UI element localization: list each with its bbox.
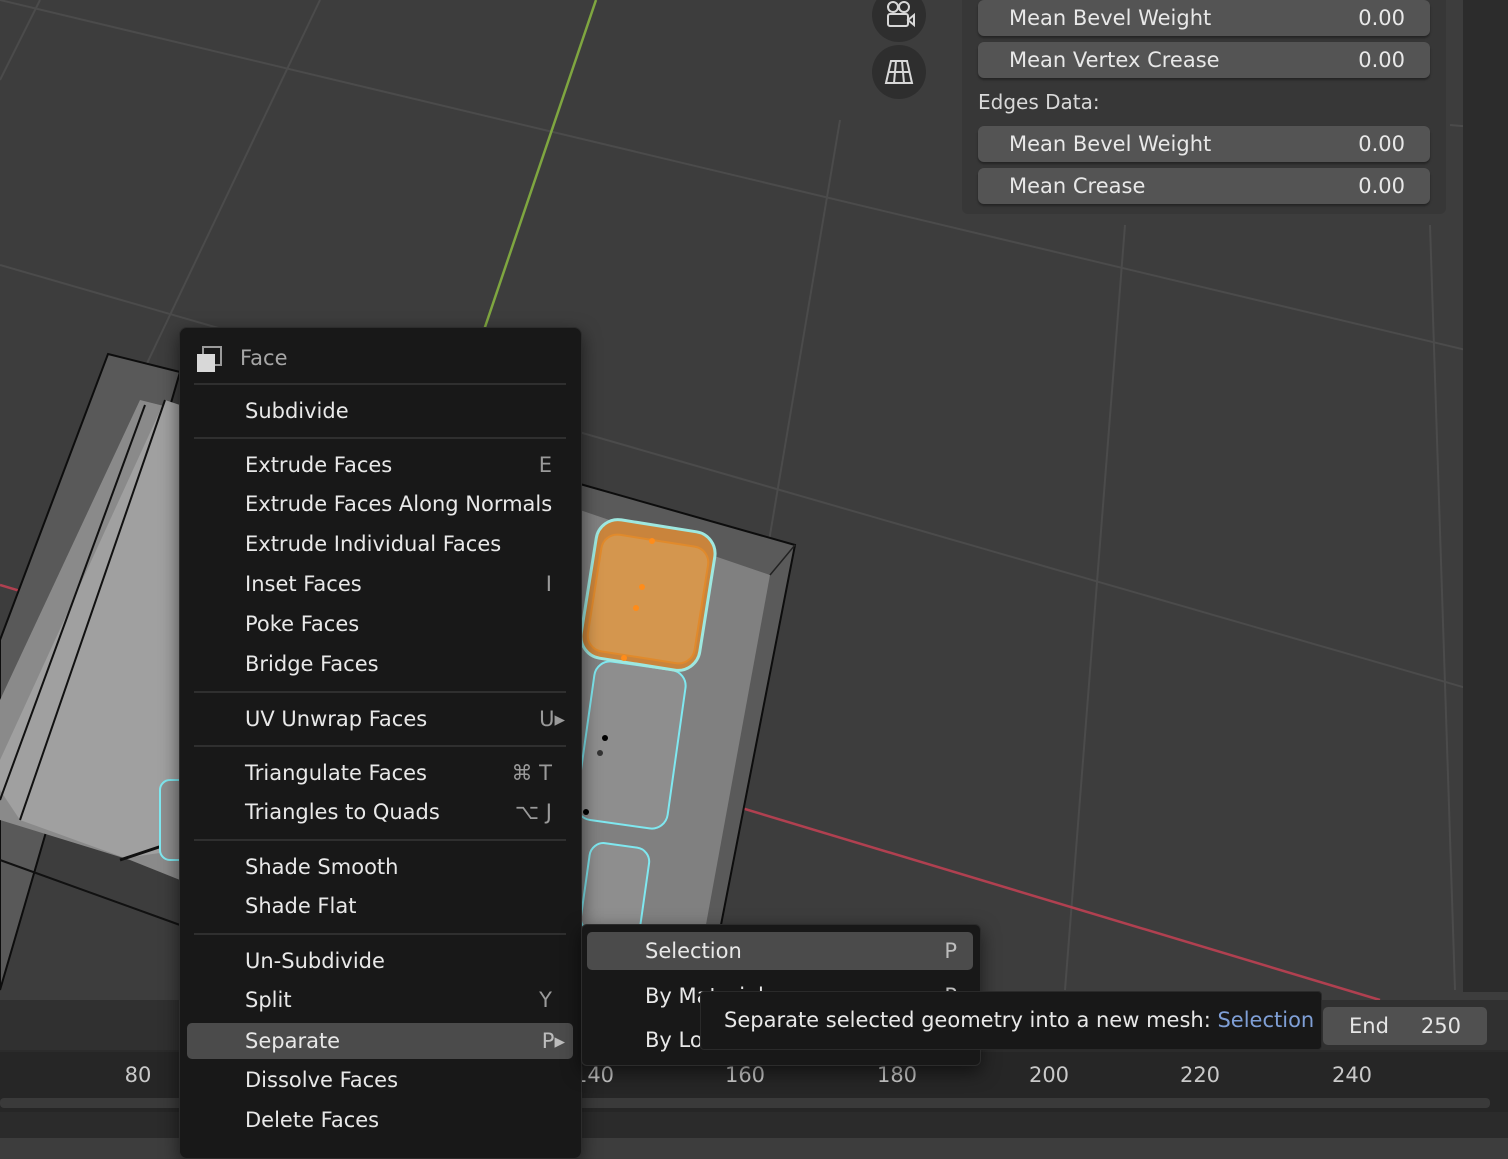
menu-item-label: Dissolve Faces xyxy=(245,1068,399,1092)
end-frame-value: 250 xyxy=(1420,1014,1461,1038)
menu-item-delete-faces[interactable]: Delete Faces xyxy=(187,1102,573,1138)
field-value: 0.00 xyxy=(1358,174,1405,198)
field-value: 0.00 xyxy=(1358,48,1405,72)
menu-item-label: Extrude Faces Along Normals xyxy=(245,492,553,516)
tooltip-description: Separate selected geometry into a new me… xyxy=(724,1008,1211,1032)
face-mode-icon xyxy=(197,346,222,372)
face-context-menu: Face Subdivide Extrude Faces E Extrude F… xyxy=(179,327,582,1159)
menu-separator xyxy=(194,437,566,439)
edge-mean-bevel-weight-field[interactable]: Mean Bevel Weight 0.00 xyxy=(978,126,1430,162)
menu-item-label: Triangulate Faces xyxy=(245,761,427,785)
menu-item-uv-unwrap-faces[interactable]: UV Unwrap Faces U▸ xyxy=(187,701,573,737)
menu-item-shortcut: I xyxy=(545,572,552,596)
menu-item-label: Inset Faces xyxy=(245,572,362,596)
menu-separator xyxy=(194,383,566,385)
field-label: Mean Vertex Crease xyxy=(1009,48,1220,72)
item-properties-panel: Mean Bevel Weight 0.00 Mean Vertex Creas… xyxy=(962,0,1446,214)
menu-item-split[interactable]: Split Y xyxy=(187,982,573,1018)
end-frame-label: End xyxy=(1349,1014,1389,1038)
frame-tick-label: 200 xyxy=(1028,1063,1070,1087)
submenu-item-selection[interactable]: Selection P xyxy=(587,932,973,970)
menu-item-shortcut: ⌘ T xyxy=(511,761,552,785)
menu-item-label: Poke Faces xyxy=(245,612,360,636)
menu-item-extrude-faces[interactable]: Extrude Faces E xyxy=(187,447,573,483)
menu-item-shade-smooth[interactable]: Shade Smooth xyxy=(187,849,573,885)
menu-separator xyxy=(194,691,566,693)
menu-item-label: Bridge Faces xyxy=(245,652,379,676)
submenu-item-label: Selection xyxy=(645,939,742,963)
frame-tick-label: 180 xyxy=(876,1063,918,1087)
menu-item-extrude-faces-along-normals[interactable]: Extrude Faces Along Normals xyxy=(187,486,573,522)
edges-data-label: Edges Data: xyxy=(978,90,1100,114)
frame-tick-label: 220 xyxy=(1179,1063,1221,1087)
camera-icon xyxy=(887,1,915,28)
menu-item-triangles-to-quads[interactable]: Triangles to Quads ⌥ J xyxy=(187,794,573,830)
menu-item-label: Subdivide xyxy=(245,399,349,423)
mean-crease-field[interactable]: Mean Crease 0.00 xyxy=(978,168,1430,204)
menu-item-label: Extrude Individual Faces xyxy=(245,532,502,556)
menu-item-poke-faces[interactable]: Poke Faces xyxy=(187,606,573,642)
menu-item-label: Separate xyxy=(245,1029,341,1053)
menu-item-shortcut: Y xyxy=(539,988,552,1012)
menu-item-separate[interactable]: Separate P▸ xyxy=(187,1023,573,1059)
menu-item-label: UV Unwrap Faces xyxy=(245,707,428,731)
menu-item-un-subdivide[interactable]: Un-Subdivide xyxy=(187,943,573,979)
vertex-mean-bevel-weight-field[interactable]: Mean Bevel Weight 0.00 xyxy=(978,0,1430,36)
operator-tooltip: Separate selected geometry into a new me… xyxy=(700,991,1322,1050)
menu-item-shortcut: ⌥ J xyxy=(514,800,552,824)
menu-item-label: Extrude Faces xyxy=(245,453,393,477)
menu-item-triangulate-faces[interactable]: Triangulate Faces ⌘ T xyxy=(187,755,573,791)
field-label: Mean Bevel Weight xyxy=(1009,6,1212,30)
menu-item-label: Triangles to Quads xyxy=(245,800,440,824)
menu-item-label: Un-Subdivide xyxy=(245,949,385,973)
menu-item-shortcut: E xyxy=(538,453,552,477)
menu-item-label: Shade Flat xyxy=(245,894,357,918)
menu-item-dissolve-faces[interactable]: Dissolve Faces xyxy=(187,1062,573,1098)
menu-title-label: Face xyxy=(240,346,288,370)
menu-item-shortcut: P▸ xyxy=(541,1029,565,1053)
menu-item-inset-faces[interactable]: Inset Faces I xyxy=(187,566,573,602)
frame-tick-label: 80 xyxy=(124,1063,152,1087)
menu-item-label: Shade Smooth xyxy=(245,855,399,879)
menu-item-label: Split xyxy=(245,988,292,1012)
menu-separator xyxy=(194,933,566,935)
field-label: Mean Bevel Weight xyxy=(1009,132,1212,156)
tooltip-operator-name: Selection xyxy=(1217,1008,1315,1032)
menu-title: Face xyxy=(180,338,580,378)
menu-item-label: Delete Faces xyxy=(245,1108,380,1132)
menu-item-shade-flat[interactable]: Shade Flat xyxy=(187,888,573,924)
grid-view-icon xyxy=(884,60,914,84)
field-label: Mean Crease xyxy=(1009,174,1146,198)
field-value: 0.00 xyxy=(1358,132,1405,156)
submenu-item-shortcut: P xyxy=(944,939,957,963)
menu-item-subdivide[interactable]: Subdivide xyxy=(187,393,573,429)
menu-separator xyxy=(194,839,566,841)
field-value: 0.00 xyxy=(1358,6,1405,30)
tooltip-text-line: Separate selected geometry into a new me… xyxy=(724,1008,1314,1032)
mean-vertex-crease-field[interactable]: Mean Vertex Crease 0.00 xyxy=(978,42,1430,78)
menu-item-shortcut: U▸ xyxy=(539,707,565,731)
frame-tick-label: 240 xyxy=(1331,1063,1373,1087)
menu-item-extrude-individual-faces[interactable]: Extrude Individual Faces xyxy=(187,526,573,562)
end-frame-field[interactable]: End 250 xyxy=(1323,1007,1487,1045)
frame-tick-label: 160 xyxy=(724,1063,766,1087)
perspective-toggle-button[interactable] xyxy=(872,45,926,99)
menu-separator xyxy=(194,745,566,747)
menu-item-bridge-faces[interactable]: Bridge Faces xyxy=(187,646,573,682)
